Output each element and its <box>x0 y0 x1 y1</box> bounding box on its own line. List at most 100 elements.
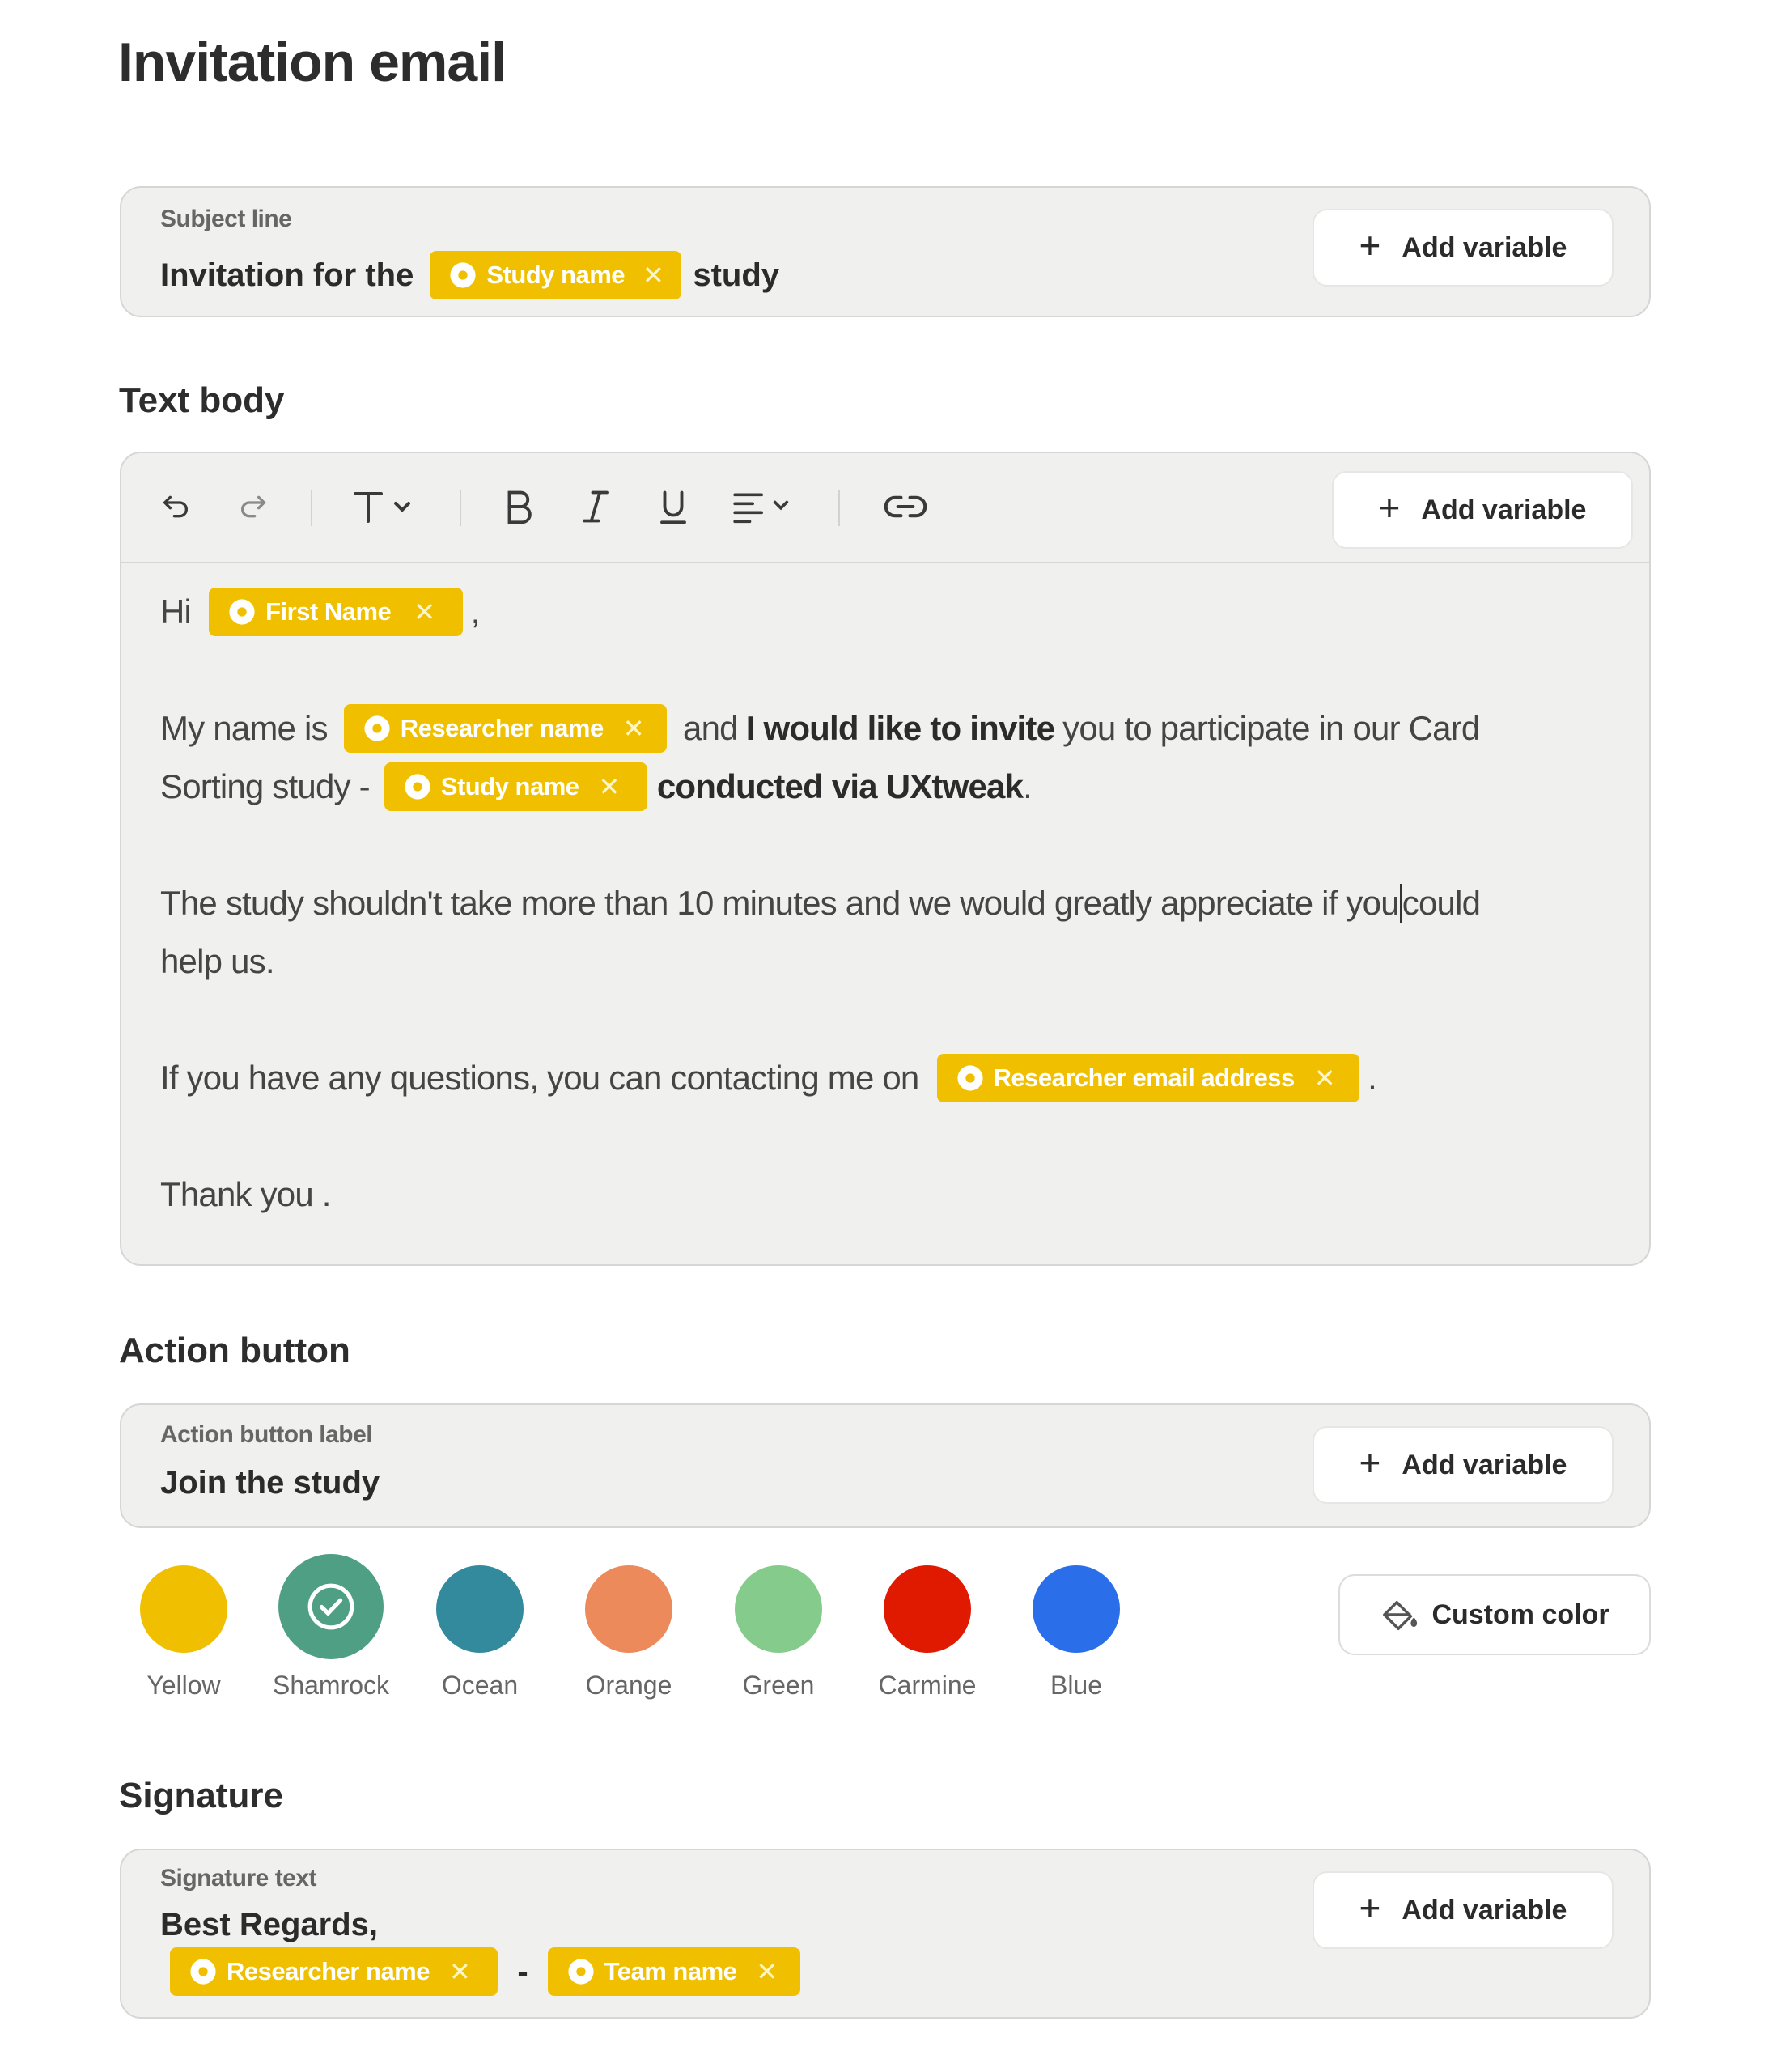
plus-icon: + <box>1359 1441 1381 1484</box>
variable-chip-researcher-name[interactable]: Researcher name ✕ <box>343 704 668 753</box>
color-swatch-carmine[interactable] <box>884 1565 971 1653</box>
color-label-yellow: Yellow <box>146 1671 221 1700</box>
color-swatch-blue[interactable] <box>1033 1565 1120 1653</box>
color-label-orange: Orange <box>585 1671 672 1700</box>
signature-heading: Signature <box>119 1776 283 1815</box>
tag-icon <box>405 774 430 800</box>
duration-text-rest: could <box>1402 884 1481 922</box>
page-title: Invitation email <box>118 32 507 93</box>
close-icon[interactable]: ✕ <box>449 1956 471 1987</box>
intro-text: My name is <box>160 709 329 747</box>
body-line-intro: My name is Researcher name ✕ and I would… <box>160 703 1480 754</box>
add-variable-button[interactable]: + Add variable <box>1313 1426 1614 1504</box>
body-line-greeting: Hi First Name ✕ , <box>160 586 481 638</box>
add-variable-button[interactable]: + Add variable <box>1332 471 1633 549</box>
intro-and: and <box>683 709 738 747</box>
thanks-text: Thank you . <box>160 1175 331 1213</box>
italic-icon[interactable] <box>571 482 620 531</box>
close-icon[interactable]: ✕ <box>643 260 664 291</box>
signature-regards: Best Regards, <box>160 1906 378 1942</box>
toolbar-separator <box>838 490 840 526</box>
variable-chip-first-name[interactable]: First Name ✕ <box>209 588 463 636</box>
text-size-icon[interactable] <box>348 482 421 531</box>
variable-chip-researcher-name[interactable]: Researcher name ✕ <box>170 1947 498 1996</box>
close-icon[interactable]: ✕ <box>623 713 645 744</box>
duration-text: The study shouldn't take more than 10 mi… <box>160 884 1400 922</box>
add-variable-button[interactable]: + Add variable <box>1313 209 1614 287</box>
greeting-comma: , <box>470 592 481 631</box>
variable-chip-label: Team name <box>604 1957 737 1985</box>
study-text: Sorting study - <box>160 767 371 805</box>
color-label-carmine: Carmine <box>878 1671 977 1700</box>
editor-toolbar: + Add variable <box>121 453 1649 563</box>
subject-line-label: Subject line <box>160 206 292 232</box>
toolbar-separator <box>311 490 312 526</box>
close-icon[interactable]: ✕ <box>599 771 621 802</box>
study-bold: conducted via UXtweak <box>656 767 1024 805</box>
help-text: help us. <box>160 942 275 980</box>
close-icon[interactable]: ✕ <box>1314 1063 1336 1093</box>
add-variable-label: Add variable <box>1402 1894 1567 1926</box>
action-button-value: Join the study <box>160 1464 380 1501</box>
tag-icon <box>956 1065 983 1091</box>
study-period: . <box>1023 767 1033 805</box>
variable-chip-study-name[interactable]: Study name ✕ <box>384 762 647 811</box>
add-variable-button[interactable]: + Add variable <box>1313 1871 1614 1949</box>
color-swatch-ocean[interactable] <box>436 1565 524 1653</box>
variable-chip-label: Researcher name <box>227 1957 430 1985</box>
intro-rest: you to participate in our Card <box>1062 709 1480 747</box>
plus-icon: + <box>1359 224 1381 266</box>
color-swatch-shamrock[interactable] <box>278 1554 384 1659</box>
subject-prefix: Invitation for the <box>160 257 414 293</box>
questions-period: . <box>1368 1059 1377 1097</box>
close-icon[interactable]: ✕ <box>756 1956 778 1987</box>
subject-suffix: study <box>693 257 780 293</box>
body-line-duration: The study shouldn't take more than 10 mi… <box>160 877 1481 929</box>
signature-line-2: Researcher name ✕ - Team name ✕ <box>170 1947 800 1996</box>
body-line-help: help us. <box>160 936 275 987</box>
undo-icon[interactable] <box>155 482 196 531</box>
action-button-label-input[interactable]: Join the study <box>160 1457 380 1509</box>
variable-chip-label: Study name <box>486 261 626 289</box>
subject-line-input[interactable]: Invitation for the Study name ✕ study <box>160 249 779 301</box>
signature-line-1: Best Regards, <box>160 1900 378 1949</box>
plus-icon: + <box>1359 1887 1381 1929</box>
variable-chip-label: Study name <box>440 772 579 800</box>
color-swatch-green[interactable] <box>735 1565 822 1653</box>
color-label-ocean: Ocean <box>441 1671 519 1700</box>
signature-label: Signature text <box>160 1865 317 1892</box>
bold-icon[interactable] <box>494 482 542 531</box>
tag-icon <box>568 1959 594 1985</box>
variable-chip-label: Researcher email address <box>993 1064 1296 1092</box>
variable-chip-team-name[interactable]: Team name ✕ <box>547 1947 800 1996</box>
body-line-questions: If you have any questions, you can conta… <box>160 1052 1377 1104</box>
close-icon[interactable]: ✕ <box>414 597 435 627</box>
tag-icon <box>450 262 476 288</box>
action-button-heading: Action button <box>119 1331 350 1370</box>
text-body-editor: + Add variable Hi First Name ✕ , My name… <box>120 452 1651 1266</box>
color-swatch-yellow[interactable] <box>140 1565 227 1653</box>
questions-text: If you have any questions, you can conta… <box>160 1059 919 1097</box>
add-variable-label: Add variable <box>1402 231 1567 263</box>
add-variable-label: Add variable <box>1402 1449 1567 1480</box>
body-line-thanks: Thank you . <box>160 1169 331 1221</box>
align-icon[interactable] <box>727 482 799 531</box>
tag-icon <box>229 599 255 625</box>
paint-bucket-icon <box>1383 1600 1418 1630</box>
tag-icon <box>190 1959 216 1985</box>
variable-chip-label: Researcher name <box>400 714 604 742</box>
greeting-text: Hi <box>160 592 192 631</box>
add-variable-label: Add variable <box>1421 494 1587 525</box>
link-icon[interactable] <box>877 482 934 531</box>
body-line-study: Sorting study - Study name ✕ conducted v… <box>160 761 1033 813</box>
tag-icon <box>364 715 390 741</box>
variable-chip-study-name[interactable]: Study name ✕ <box>430 251 682 299</box>
custom-color-button[interactable]: Custom color <box>1338 1574 1651 1655</box>
redo-icon[interactable] <box>233 482 274 531</box>
plus-icon: + <box>1378 486 1401 529</box>
action-button-card: Action button label Join the study + Add… <box>120 1403 1651 1528</box>
action-button-label: Action button label <box>160 1421 373 1448</box>
variable-chip-researcher-email[interactable]: Researcher email address ✕ <box>936 1054 1360 1102</box>
underline-icon[interactable] <box>649 482 698 531</box>
color-swatch-orange[interactable] <box>585 1565 672 1653</box>
